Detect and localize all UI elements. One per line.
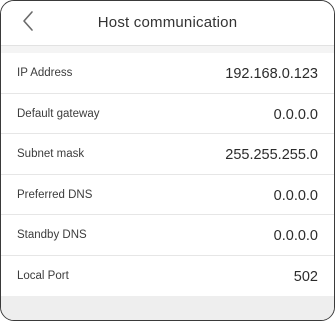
setting-value: 0.0.0.0: [273, 106, 318, 123]
setting-row-subnet-mask[interactable]: Subnet mask 255.255.255.0: [1, 134, 334, 175]
setting-label: Default gateway: [17, 107, 100, 120]
setting-row-preferred-dns[interactable]: Preferred DNS 0.0.0.0: [1, 174, 334, 216]
header-bar: Host communication: [1, 1, 334, 46]
setting-row-local-port[interactable]: Local Port 502: [1, 255, 334, 297]
page-title: Host communication: [97, 14, 238, 31]
setting-value: 0.0.0.0: [273, 187, 318, 204]
setting-row-standby-dns[interactable]: Standby DNS 0.0.0.0: [1, 215, 334, 256]
setting-label: Subnet mask: [17, 148, 85, 161]
setting-value: 255.255.255.0: [225, 147, 318, 164]
setting-label: IP Address: [17, 67, 73, 79]
setting-row-default-gateway[interactable]: Default gateway 0.0.0.0: [1, 93, 334, 135]
setting-label: Standby DNS: [17, 229, 87, 242]
setting-label: Local Port: [17, 269, 69, 282]
bottom-area: [1, 296, 334, 320]
setting-row-ip-address[interactable]: IP Address 192.168.0.123: [1, 53, 334, 94]
setting-label: Preferred DNS: [17, 188, 93, 201]
setting-value: 192.168.0.123: [225, 66, 318, 82]
app-screen: Host communication IP Address 192.168.0.…: [0, 0, 335, 321]
settings-list: IP Address 192.168.0.123 Default gateway…: [1, 53, 334, 297]
setting-value: 0.0.0.0: [273, 228, 318, 245]
setting-value: 502: [293, 268, 318, 285]
